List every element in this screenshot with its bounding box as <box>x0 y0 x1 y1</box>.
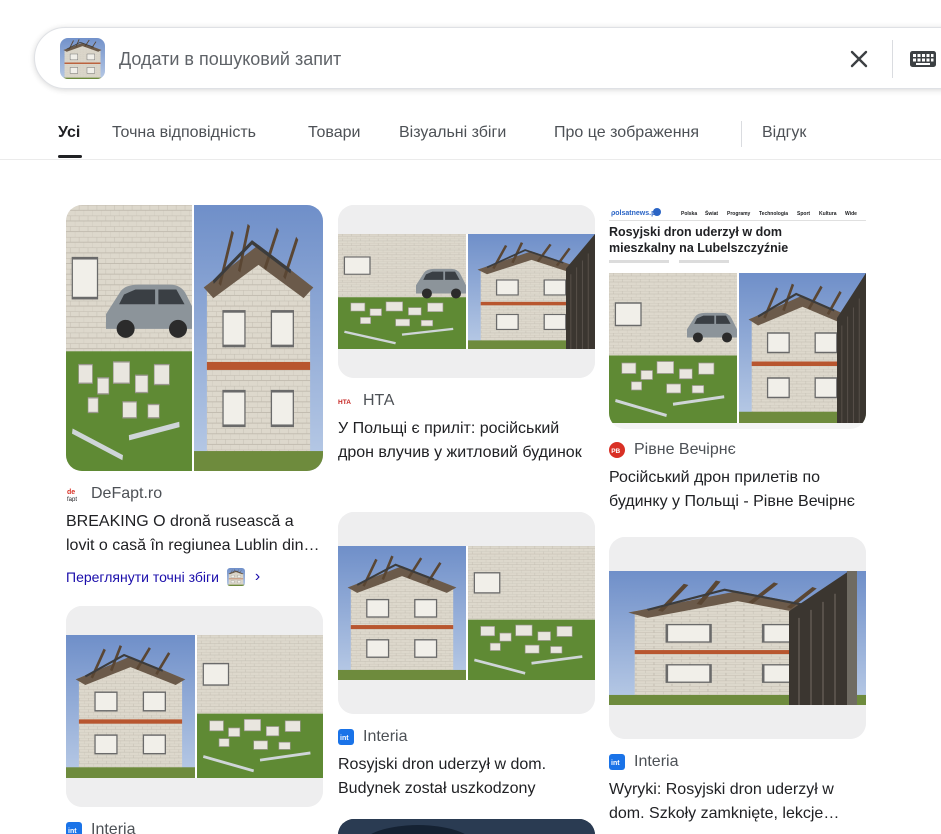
result-thumbnail[interactable] <box>609 537 866 739</box>
exact-match-thumbnail <box>226 568 245 586</box>
result-card: int Interia Rosyjski dron uderzył w dom.… <box>338 512 595 801</box>
article-site-name: polsatnews.pl <box>611 210 657 217</box>
tab-about-image[interactable]: Про це зображення <box>554 124 699 142</box>
svg-text:int: int <box>611 760 620 767</box>
tab-feedback[interactable]: Відгук <box>762 124 806 142</box>
result-title[interactable]: Wyryki: Rosyjski dron uderzył w dom. Szk… <box>609 778 866 826</box>
result-thumbnail[interactable] <box>338 205 595 378</box>
view-exact-matches-link[interactable]: Переглянути точні збіги › <box>66 568 323 586</box>
article-nav-item: Technologia <box>759 211 788 217</box>
exact-matches-label: Переглянути точні збіги <box>66 569 219 585</box>
result-title[interactable]: Rosyjski dron uderzył w dom. Budynek zos… <box>338 753 595 801</box>
article-nav-item: Wide <box>845 211 857 217</box>
tab-exact-match[interactable]: Точна відповідність <box>112 124 256 142</box>
svg-text:int: int <box>340 735 349 742</box>
query-image-thumbnail[interactable] <box>60 38 105 79</box>
article-headline-line2: mieszkalny na Lubelszczyźnie <box>609 241 788 255</box>
tab-products[interactable]: Товари <box>308 124 360 142</box>
article-nav-item: Polska <box>681 211 697 217</box>
result-title[interactable]: У Польщі є приліт: російський дрон влучи… <box>338 417 595 465</box>
result-thumbnail[interactable] <box>66 205 323 471</box>
article-headline-line1: Rosyjski dron uderzył w dom <box>609 225 782 239</box>
article-nav-item: Świat <box>705 210 718 217</box>
result-card: НТА НТА У Польщі є приліт: російський др… <box>338 205 595 465</box>
result-thumbnail[interactable] <box>338 512 595 714</box>
result-card: int Interia <box>66 606 323 834</box>
result-thumbnail[interactable] <box>66 606 323 807</box>
result-source[interactable]: Interia <box>91 821 135 834</box>
svg-text:НТА: НТА <box>338 399 351 406</box>
defapt-favicon-icon: de fapt <box>66 486 82 502</box>
svg-text:РВ: РВ <box>611 448 620 455</box>
search-input[interactable] <box>119 46 719 72</box>
article-nav-item: Kultura <box>819 211 837 217</box>
result-thumbnail[interactable] <box>338 819 595 834</box>
nta-favicon-icon: НТА <box>338 393 354 409</box>
article-nav-item: Sport <box>797 211 810 217</box>
result-card <box>338 819 595 834</box>
keyboard-icon[interactable] <box>909 47 937 71</box>
result-source[interactable]: НТА <box>363 392 394 410</box>
result-source[interactable]: Рівне Вечірнє <box>634 441 736 459</box>
result-tabs: Усі Точна відповідність Товари Візуальні… <box>0 115 941 160</box>
rivne-favicon-icon: РВ <box>609 442 625 458</box>
tab-all[interactable]: Усі <box>58 124 80 142</box>
result-source[interactable]: Interia <box>363 728 407 746</box>
result-title[interactable]: Російський дрон прилетів по будинку у По… <box>609 466 866 514</box>
article-nav-item: Programy <box>727 211 751 217</box>
result-card: de fapt DeFapt.ro BREAKING O dronă rusea… <box>66 205 323 586</box>
result-source[interactable]: DeFapt.ro <box>91 485 162 503</box>
svg-text:fapt: fapt <box>67 497 77 502</box>
result-source[interactable]: Interia <box>634 753 678 771</box>
svg-text:de: de <box>67 489 75 496</box>
result-thumbnail[interactable]: polsatnews.pl Polska Świat Programy Tech… <box>609 205 866 429</box>
clear-icon[interactable] <box>847 47 871 71</box>
chevron-right-icon: › <box>254 568 261 585</box>
result-title[interactable]: BREAKING O dronă rusească a lovit o casă… <box>66 510 323 558</box>
interia-favicon-icon: int <box>338 729 354 745</box>
tab-separator <box>741 121 742 147</box>
result-card: polsatnews.pl Polska Świat Programy Tech… <box>609 205 866 514</box>
active-tab-indicator <box>58 155 82 158</box>
interia-favicon-icon: int <box>66 822 82 834</box>
result-card: int Interia Wyryki: Rosyjski dron uderzy… <box>609 537 866 826</box>
svg-text:int: int <box>68 828 77 834</box>
interia-favicon-icon: int <box>609 754 625 770</box>
search-bar-divider <box>892 40 893 78</box>
tab-visual-matches[interactable]: Візуальні збіги <box>399 124 506 142</box>
search-bar <box>34 27 941 89</box>
